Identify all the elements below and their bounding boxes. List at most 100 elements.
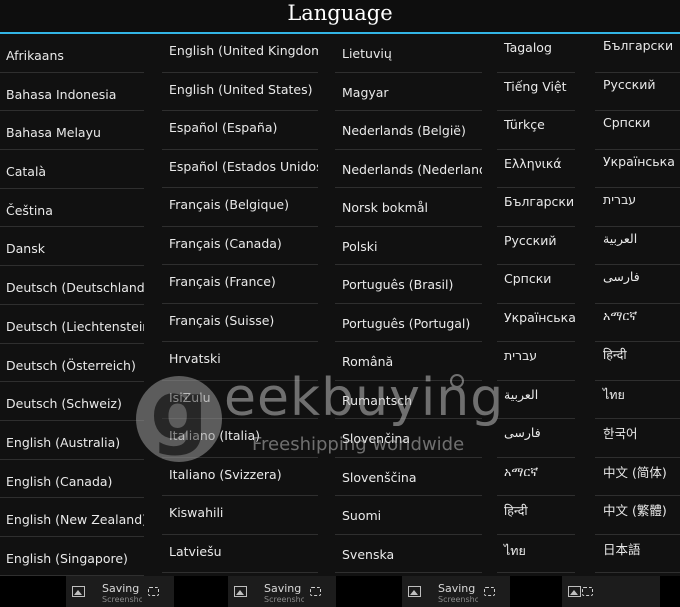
language-option[interactable]: Bahasa Indonesia [0, 73, 144, 112]
language-option[interactable]: Hrvatski [162, 342, 318, 381]
language-option[interactable]: Afrikaans [0, 34, 144, 73]
language-option[interactable]: Français (Suisse) [162, 304, 318, 342]
language-option[interactable]: Lietuvių [335, 34, 482, 73]
language-option[interactable]: Nederlands (België) [335, 111, 482, 150]
screenshot-notification-3[interactable]: Saving scr Screenshot [402, 576, 510, 607]
language-option[interactable]: فارسی [497, 419, 575, 458]
language-option[interactable]: Suomi [335, 496, 482, 535]
language-label: Tagalog [504, 40, 552, 55]
language-option[interactable]: Tiếng Việt [497, 73, 575, 111]
language-option[interactable]: Српски [497, 265, 575, 304]
language-label: العربية [504, 386, 539, 402]
page-title: Language [287, 1, 393, 25]
language-option[interactable]: Română [335, 342, 482, 381]
language-option[interactable]: Українська [595, 150, 680, 188]
language-option[interactable]: አማርኛ [595, 304, 680, 342]
language-label: Ελληνικά [504, 155, 562, 171]
language-option[interactable]: Deutsch (Schweiz) [0, 382, 144, 421]
language-option[interactable]: English (New Zealand) [0, 498, 144, 537]
language-option[interactable]: Español (Estados Unidos) [162, 150, 318, 188]
language-option[interactable]: Français (France) [162, 265, 318, 304]
language-label: Tiếng Việt [504, 78, 567, 94]
language-option[interactable]: Magyar [335, 73, 482, 111]
language-label: Slovenčina [342, 431, 410, 446]
language-column-2: English (United Kingdom) English (United … [162, 34, 318, 573]
language-option[interactable]: 日本語 [595, 535, 680, 573]
language-option[interactable]: Català [0, 150, 144, 189]
language-option[interactable]: 中文 (繁體) [595, 496, 680, 535]
language-option[interactable]: English (Australia) [0, 421, 144, 460]
language-option[interactable]: Español (España) [162, 111, 318, 150]
language-option[interactable]: Deutsch (Deutschland) [0, 266, 144, 305]
language-option[interactable]: Português (Brasil) [335, 265, 482, 304]
language-option[interactable]: Русский [595, 73, 680, 111]
language-option[interactable]: Tagalog [497, 34, 575, 73]
language-label: English (United States) [169, 81, 313, 97]
language-option[interactable]: עברית [497, 342, 575, 381]
language-label: 日本語 [603, 541, 641, 557]
language-label: Deutsch (Deutschland) [6, 280, 144, 296]
language-label: Latviešu [169, 543, 222, 559]
language-option[interactable]: Српски [595, 111, 680, 150]
language-option[interactable]: Українська [497, 304, 575, 342]
language-column-4: Tagalog Tiếng Việt Türkçe Ελληνικά Български… [497, 34, 575, 573]
language-option[interactable]: Português (Portugal) [335, 304, 482, 342]
screenshot-notification-2[interactable]: Saving scr Screenshot is [228, 576, 336, 607]
language-option[interactable]: Български [497, 188, 575, 227]
language-option[interactable]: עברית [595, 188, 680, 227]
language-label: English (New Zealand) [6, 512, 144, 528]
language-label: Bahasa Indonesia [6, 86, 117, 102]
language-option[interactable]: Deutsch (Österreich) [0, 344, 144, 383]
language-option[interactable]: Bahasa Melayu [0, 111, 144, 151]
language-option[interactable]: English (Singapore) [0, 537, 144, 576]
language-label: Français (Suisse) [169, 312, 275, 328]
language-label: Български [504, 194, 575, 209]
language-option[interactable]: Deutsch (Liechtenstein) [0, 305, 144, 344]
language-label: Français (Belgique) [169, 197, 289, 212]
language-option[interactable]: አማርኛ [497, 458, 575, 496]
language-option[interactable]: ไทย [595, 381, 680, 419]
language-option[interactable]: Čeština [0, 189, 144, 228]
notification-subtitle: Screenshot [102, 595, 142, 604]
language-option[interactable]: English (United States) [162, 73, 318, 111]
language-column-3: Lietuvių Magyar Nederlands (België) Nederla… [335, 34, 482, 573]
language-label: हिन्दी [603, 347, 627, 362]
language-option[interactable]: Dansk [0, 227, 144, 267]
language-option[interactable]: Polski [335, 227, 482, 265]
language-option[interactable]: Български [595, 34, 680, 73]
language-option[interactable]: Türkçe [497, 111, 575, 150]
language-option[interactable]: 中文 (简体) [595, 458, 680, 496]
language-option[interactable]: Slovenčina [335, 419, 482, 458]
screenshot-notification-4[interactable] [562, 576, 660, 607]
language-option[interactable]: Français (Canada) [162, 227, 318, 265]
screenshot-notification-1[interactable]: Saving s Screenshot [66, 576, 174, 607]
language-option[interactable]: العربية [595, 227, 680, 265]
language-option[interactable]: 한국어 [595, 419, 680, 458]
language-option[interactable]: ไทย [497, 535, 575, 573]
language-option[interactable]: فارسی [595, 265, 680, 304]
language-option[interactable]: Ελληνικά [497, 150, 575, 188]
language-option[interactable]: English (Canada) [0, 460, 144, 499]
language-option[interactable]: Norsk bokmål [335, 188, 482, 227]
language-option[interactable]: Svenska [335, 535, 482, 573]
language-label: አማርኛ [603, 307, 638, 323]
language-option[interactable]: Nederlands (Nederland) [335, 150, 482, 188]
language-option[interactable]: Français (Belgique) [162, 188, 318, 227]
language-label: Українська [603, 153, 675, 169]
language-option[interactable]: Slovenščina [335, 458, 482, 496]
language-label: Русский [504, 232, 557, 248]
language-option[interactable]: हिन्दी [595, 342, 680, 381]
language-option[interactable]: Italiano (Svizzera) [162, 458, 318, 496]
language-label: English (Australia) [6, 434, 121, 450]
language-option[interactable]: العربية [497, 381, 575, 419]
language-option[interactable]: Latviešu [162, 535, 318, 573]
language-option[interactable]: Русский [497, 227, 575, 265]
language-option[interactable]: हिन्दी [497, 496, 575, 535]
screenshot-icon [148, 587, 159, 596]
language-option[interactable]: Kiswahili [162, 496, 318, 535]
notification-subtitle: Screenshot is [264, 595, 304, 604]
language-option[interactable]: Italiano (Italia) [162, 419, 318, 458]
language-option[interactable]: English (United Kingdom) [162, 34, 318, 73]
language-option[interactable]: Rumantsch [335, 381, 482, 419]
language-option[interactable]: IsiZulu [162, 381, 318, 419]
